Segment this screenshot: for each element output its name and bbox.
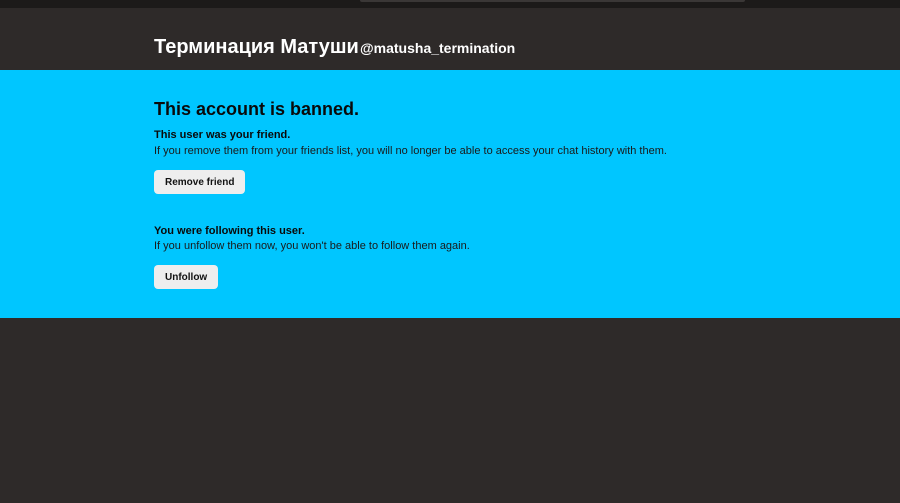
friend-section-title: This user was your friend. (154, 129, 291, 141)
search-bar[interactable] (360, 0, 745, 2)
username: @matusha_termination (360, 40, 516, 56)
friend-section-text: If you remove them from your friends lis… (154, 145, 667, 157)
unfollow-button[interactable]: Unfollow (154, 265, 219, 289)
banned-title: This account is banned. (154, 99, 360, 119)
profile-header: Терминация Матуши @matusha_termination (0, 8, 900, 70)
follow-section-text: If you unfollow them now, you won't be a… (154, 240, 470, 252)
remove-friend-button[interactable]: Remove friend (154, 170, 246, 194)
follow-section-title: You were following this user. (154, 225, 305, 237)
top-bar (0, 0, 900, 8)
banned-notice: This account is banned. This user was yo… (0, 70, 900, 318)
display-name: Терминация Матуши (154, 36, 359, 58)
